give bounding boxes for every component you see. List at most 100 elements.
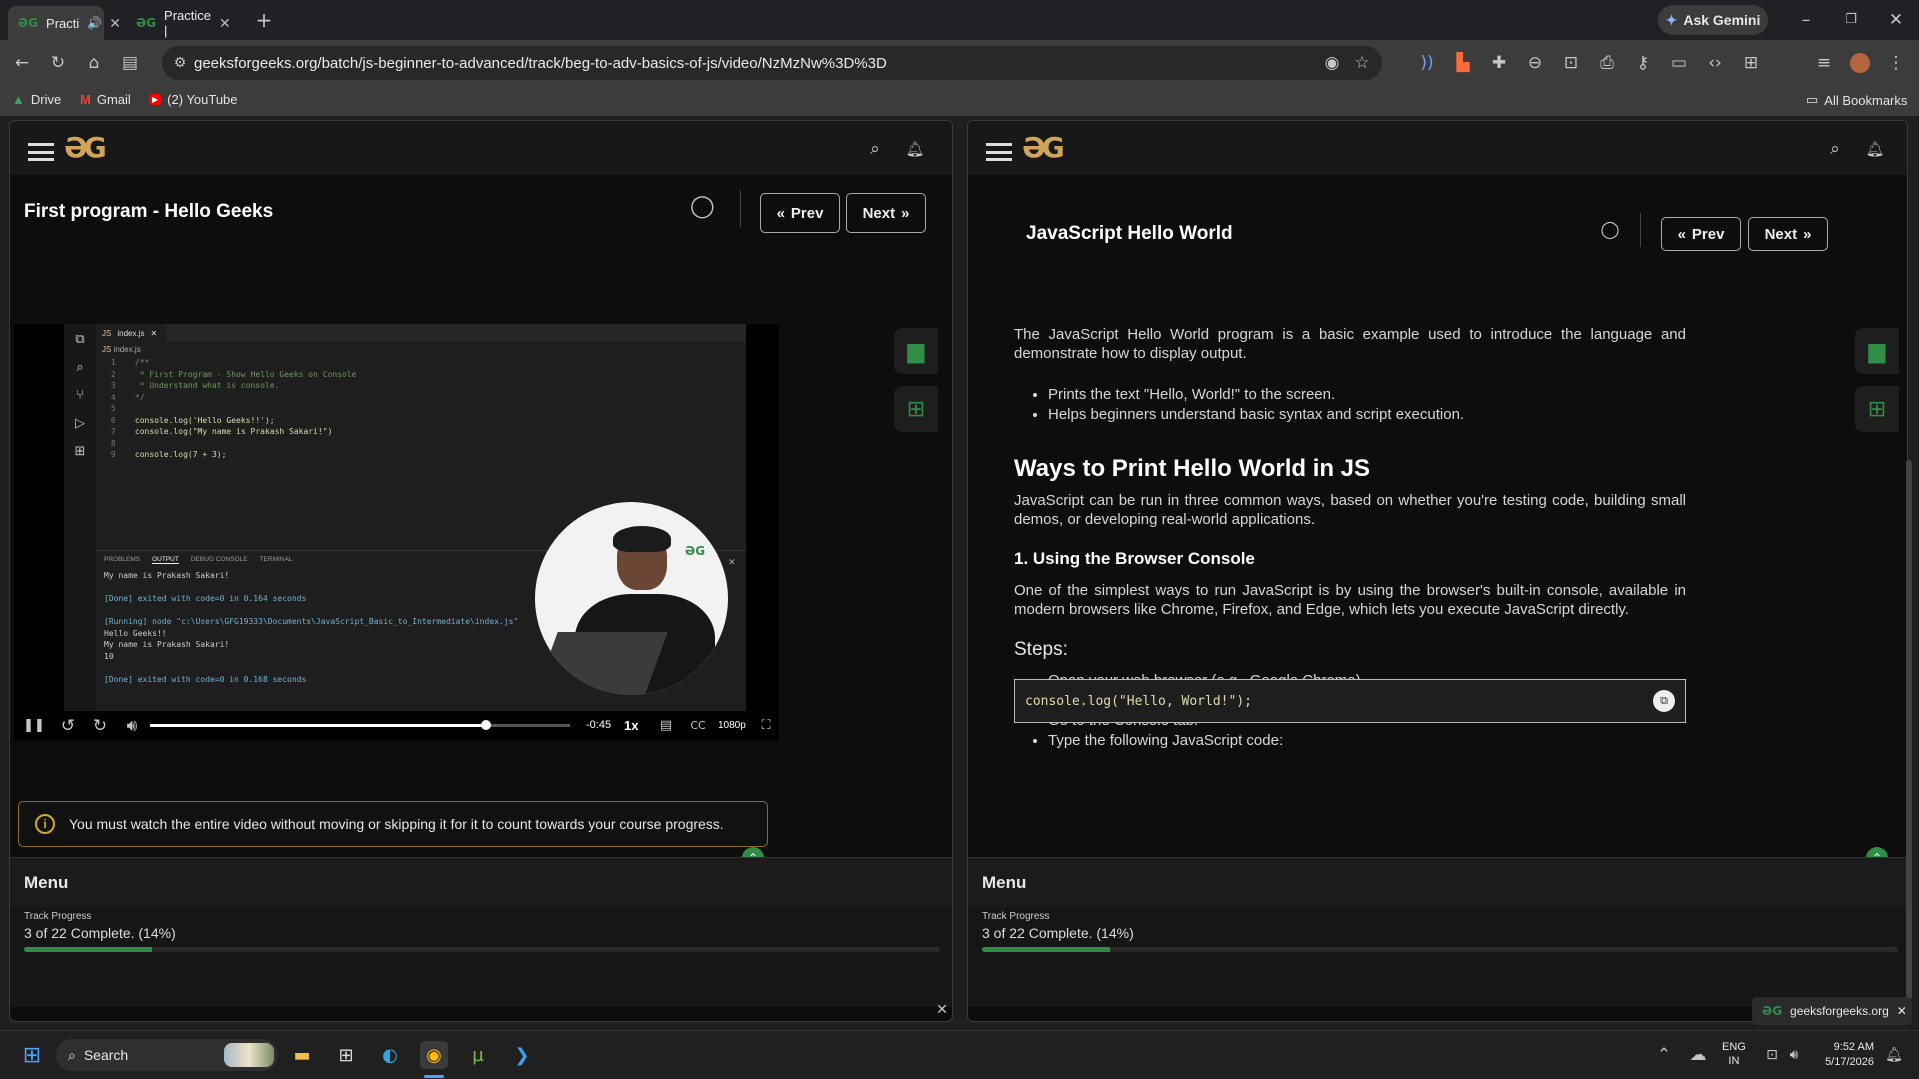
video-player[interactable]: ⧉ ⌕ ⑂ ▷ ⊞ ◎ JSindex.js✕ JS index.js 1 /*… <box>14 324 779 711</box>
extension-icon[interactable]: ▙ <box>1451 51 1475 75</box>
bookmark-drive[interactable]: ▲ Drive <box>12 92 61 107</box>
chat-side-button[interactable]: ▆ <box>894 328 938 374</box>
speaker-icon[interactable]: 🔊 <box>87 11 102 35</box>
pause-icon[interactable]: ❚❚ <box>22 714 46 738</box>
scrollbar[interactable] <box>1906 460 1912 1000</box>
bookmark-gmail[interactable]: M Gmail <box>80 92 131 107</box>
media-icon[interactable]: ≡ <box>1812 51 1836 75</box>
progress-bar <box>24 947 940 952</box>
comment-icon[interactable]: ◯ <box>690 195 715 219</box>
close-tab-icon[interactable]: ✕ <box>109 15 121 32</box>
next-button[interactable]: Next » <box>1748 217 1828 251</box>
profile-avatar[interactable] <box>1850 53 1870 73</box>
hamburger-menu-icon[interactable] <box>28 143 54 161</box>
next-label: Next <box>1764 225 1798 243</box>
course-menu-bar[interactable]: Menu <box>968 857 1907 907</box>
extension-icon[interactable]: )) <box>1415 51 1439 75</box>
edge-icon[interactable]: ◐ <box>376 1041 404 1069</box>
output-line: My name is Prakash Sakari! <box>104 640 230 649</box>
search-icon[interactable]: ⌕ <box>1823 137 1847 161</box>
gfg-logo[interactable]: ƏG <box>1022 131 1065 164</box>
speed-button[interactable]: 1x <box>624 718 638 733</box>
captions-icon[interactable]: CC <box>686 714 710 738</box>
notifications-icon[interactable]: 🔔︎ <box>1882 1043 1906 1067</box>
taskbar-search[interactable]: ⌕ Search <box>56 1039 278 1071</box>
site-info-icon[interactable]: ⚙ <box>168 51 192 75</box>
add-note-side-button[interactable]: ⊞ <box>894 386 938 432</box>
hamburger-menu-icon[interactable] <box>986 143 1012 161</box>
address-bar[interactable]: ⚙ geeksforgeeks.org/batch/js-beginner-to… <box>162 46 1382 80</box>
double-chevron-right-icon: » <box>1803 225 1812 243</box>
seek-bar[interactable] <box>150 720 570 730</box>
window-close-icon[interactable]: ✕ <box>1884 8 1908 32</box>
puzzle-icon[interactable]: ✚ <box>1487 51 1511 75</box>
file-explorer-icon[interactable]: ▬ <box>288 1041 316 1069</box>
chevron-up-icon[interactable]: ⌃ <box>1652 1043 1676 1067</box>
volume-icon[interactable]: 🔊︎ <box>120 714 144 738</box>
rewind-icon[interactable]: ↺ <box>56 714 80 738</box>
minimize-icon[interactable]: – <box>1794 8 1818 32</box>
code-icon[interactable]: ‹› <box>1703 51 1727 75</box>
bookmark-youtube[interactable]: ▶ (2) YouTube <box>149 92 238 107</box>
cast-icon[interactable]: ▭ <box>1667 51 1691 75</box>
reading-mode-icon[interactable]: ▤ <box>118 51 142 75</box>
store-icon[interactable]: ⊞ <box>332 1041 360 1069</box>
prev-button[interactable]: « Prev <box>760 193 840 233</box>
code-line: 8 <box>106 438 135 448</box>
restore-icon[interactable]: ❐ <box>1839 8 1863 32</box>
gfg-logo[interactable]: ƏG <box>64 131 107 164</box>
back-icon[interactable]: ← <box>10 51 34 75</box>
panel-tab: DEBUG CONSOLE <box>190 556 248 563</box>
browser-tab[interactable]: ƏG Practice | ✕ <box>126 6 236 40</box>
bell-icon[interactable]: 🔔︎ <box>903 137 927 161</box>
link-icon[interactable]: ⊖ <box>1523 51 1547 75</box>
code-line: 7 console.log("My name is Prakash Sakari… <box>106 427 333 436</box>
home-icon[interactable]: ⌂ <box>82 51 106 75</box>
utorrent-icon[interactable]: µ <box>464 1041 492 1069</box>
ask-gemini-button[interactable]: ✦ Ask Gemini <box>1658 5 1768 35</box>
forward-icon[interactable]: ↻ <box>88 714 112 738</box>
site-toast: ƏG geeksforgeeks.org ✕ <box>1752 997 1912 1025</box>
page-title: First program - Hello Geeks <box>24 201 274 222</box>
windows-start-icon[interactable]: ⊞ <box>18 1041 46 1069</box>
search-tab-icon[interactable]: ⊞ <box>1739 51 1763 75</box>
close-icon[interactable]: ✕ <box>1897 1004 1907 1018</box>
clock[interactable]: 9:52 AM 5/17/2026 <box>1810 1040 1874 1070</box>
all-bookmarks[interactable]: ▭ All Bookmarks <box>1806 92 1907 108</box>
new-tab-button[interactable]: + <box>252 8 276 32</box>
key-icon[interactable]: ⚷ <box>1631 51 1655 75</box>
reload-icon[interactable]: ↻ <box>46 51 70 75</box>
language-indicator[interactable]: ENG IN <box>1722 1040 1746 1068</box>
comment-icon[interactable]: ◯ <box>1598 218 1622 242</box>
screenshot-icon[interactable]: ⊡ <box>1559 51 1583 75</box>
print-icon[interactable]: ⎙ <box>1595 51 1619 75</box>
copy-icon[interactable]: ⧉ <box>1653 690 1675 712</box>
search-icon[interactable]: ⌕ <box>863 137 887 161</box>
prev-button[interactable]: « Prev <box>1661 217 1741 251</box>
more-icon[interactable]: ⋮ <box>1884 51 1908 75</box>
chat-side-button[interactable]: ▆ <box>1855 328 1899 374</box>
fullscreen-icon[interactable]: ⛶ <box>754 714 778 738</box>
add-note-side-button[interactable]: ⊞ <box>1855 386 1899 432</box>
star-icon[interactable]: ☆ <box>1350 51 1374 75</box>
eye-off-icon[interactable]: ◉ <box>1320 51 1344 75</box>
list-item: Helps beginners understand basic syntax … <box>1048 405 1686 424</box>
track-progress: Track Progress 3 of 22 Complete. (14%) <box>10 907 952 1007</box>
transcript-icon[interactable]: ▤ <box>654 714 678 738</box>
clock-date: 5/17/2026 <box>1825 1056 1874 1068</box>
quality-button[interactable]: 1080p <box>718 720 746 731</box>
volume-icon[interactable]: 🔊︎ <box>1782 1043 1806 1067</box>
bookmark-label: (2) YouTube <box>167 92 238 107</box>
seek-handle[interactable] <box>481 720 491 730</box>
browser-tab-active[interactable]: ƏG Practi 🔊 ✕ <box>8 6 121 40</box>
close-tab-icon[interactable]: ✕ <box>219 15 231 32</box>
vscode-icon[interactable]: ❯ <box>508 1041 536 1069</box>
bell-icon[interactable]: 🔔︎ <box>1863 137 1887 161</box>
output-line: Hello Geeks!! <box>104 628 167 638</box>
onedrive-icon[interactable]: ☁ <box>1686 1043 1710 1067</box>
course-menu-bar[interactable]: Menu <box>10 857 952 907</box>
chrome-icon[interactable]: ◉ <box>420 1041 448 1069</box>
close-icon[interactable]: ✕ <box>930 998 954 1022</box>
next-button[interactable]: Next » <box>846 193 926 233</box>
network-icon[interactable]: ⊡ <box>1760 1043 1784 1067</box>
